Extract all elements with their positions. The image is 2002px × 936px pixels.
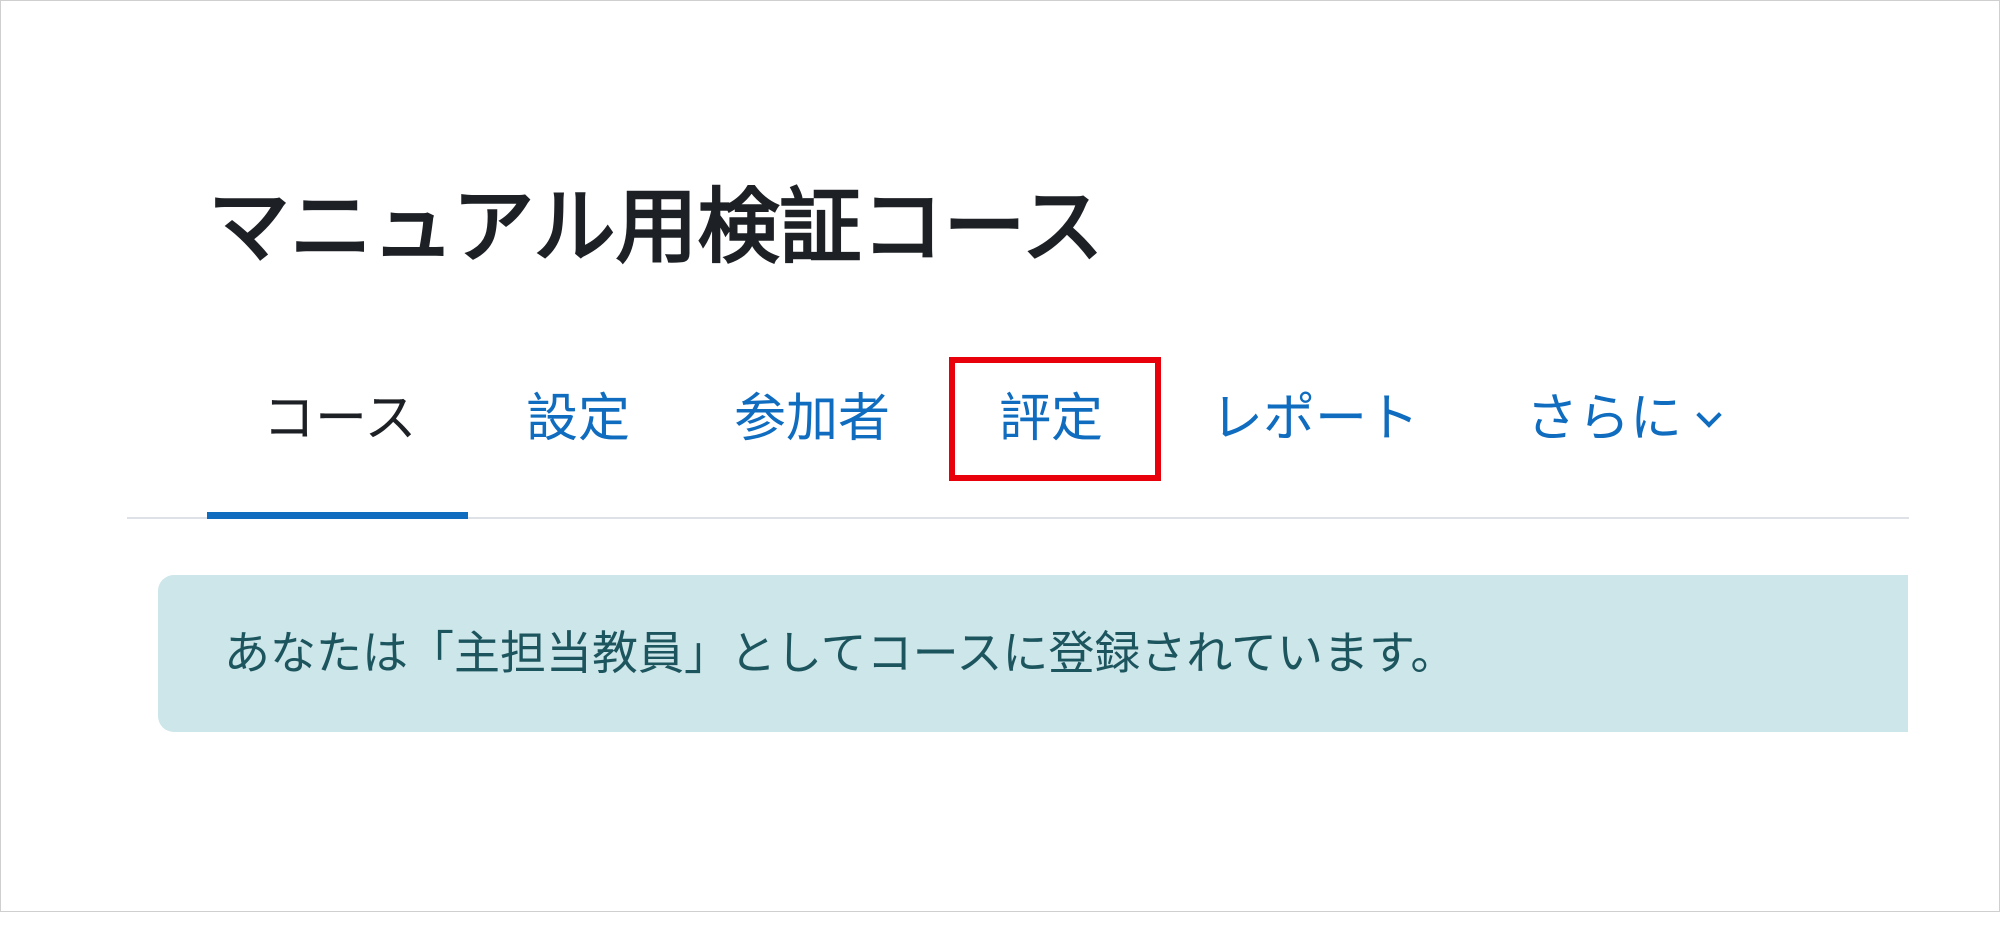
active-tab-indicator (207, 512, 468, 519)
tab-grades[interactable]: 評定 (999, 379, 1103, 459)
enrolment-alert: あなたは「主担当教員」としてコースに登録されています。 (158, 575, 1908, 732)
tab-course[interactable]: コース (263, 379, 416, 459)
tab-more[interactable]: さらに (1526, 379, 1722, 459)
tab-more-label: さらに (1526, 389, 1683, 449)
screenshot-frame: マニュアル用検証コース コース 設定 参加者 評定 レポート さらに あなたは「… (0, 0, 2000, 912)
tab-reports[interactable]: レポート (1211, 379, 1419, 459)
tab-settings[interactable]: 設定 (526, 379, 630, 459)
page-title: マニュアル用検証コース (208, 180, 1104, 275)
chevron-down-icon (1696, 402, 1722, 428)
tab-participants[interactable]: 参加者 (734, 379, 890, 459)
alert-message: あなたは「主担当教員」としてコースに登録されています。 (224, 626, 1457, 680)
